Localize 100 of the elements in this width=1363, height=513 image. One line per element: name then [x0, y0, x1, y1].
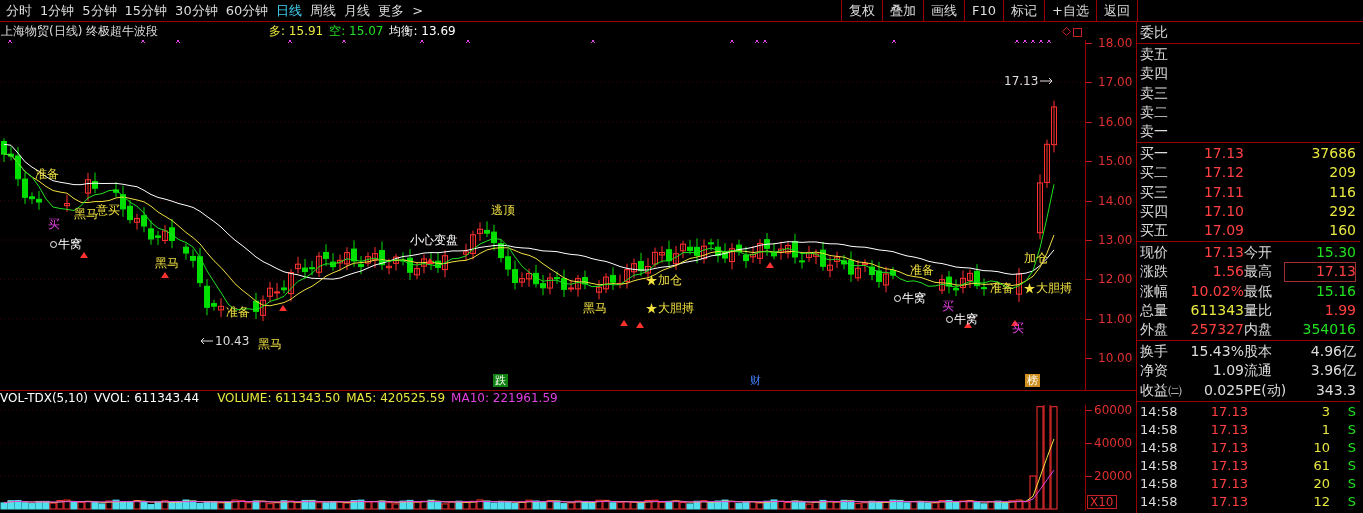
event-marker[interactable]: 财	[748, 374, 763, 387]
price-label: 17.13	[1004, 74, 1039, 88]
quote-label: 卖一	[1140, 122, 1169, 141]
axis-label: 10.00	[1098, 351, 1133, 366]
quote-value: 354016	[1301, 320, 1356, 340]
quote-value: 611343	[1189, 300, 1244, 320]
quote-value: 257327	[1189, 320, 1244, 340]
toolbar-button[interactable]: 返回	[1096, 0, 1138, 21]
signal-label: 黑马	[155, 255, 179, 272]
signal-label: 意买	[96, 202, 120, 217]
quote-label: 委比	[1140, 23, 1169, 42]
quote-label: 买五	[1140, 221, 1169, 241]
trade-volume: 61	[1312, 456, 1330, 475]
quote-label: 内盘	[1244, 320, 1273, 340]
trade-time: 14:58	[1140, 456, 1179, 475]
volume-indicator: MA10: 221961.59	[451, 391, 558, 405]
volume-indicator: VVOL: 611343.44	[94, 391, 200, 405]
period-tab[interactable]: 15分钟	[120, 1, 172, 20]
trade-price: 17.13	[1209, 456, 1248, 475]
trade-time: 14:58	[1140, 492, 1179, 511]
quote-value: 0.025	[1202, 380, 1244, 400]
quote-label: 总量	[1140, 300, 1169, 320]
axis-label: 15.00	[1098, 154, 1133, 169]
axis-label: 40000	[1094, 436, 1133, 450]
quote-value: 3.96亿	[1309, 361, 1356, 381]
axis-label: 18.00	[1098, 36, 1133, 50]
quote-label: 买三	[1140, 182, 1169, 202]
quote-value: 1.09	[1211, 361, 1244, 381]
bid-price: 17.12	[1202, 163, 1244, 183]
axis-label: 11.00	[1098, 311, 1133, 326]
trade-side: S	[1346, 456, 1356, 475]
quote-label: 收益㈡	[1140, 380, 1180, 400]
axis-label: 14.00	[1098, 193, 1133, 208]
quote-label: 卖三	[1140, 83, 1169, 103]
trade-price: 17.13	[1209, 402, 1248, 421]
signal-label: 小心变盘	[410, 232, 458, 249]
period-tab[interactable]: 5分钟	[78, 1, 121, 20]
bid-price: 17.13	[1202, 144, 1244, 164]
axis-label: 16.00	[1098, 114, 1133, 129]
quote-label: 量比	[1244, 300, 1273, 320]
quote-label: 外盘	[1140, 320, 1169, 340]
period-tab[interactable]: 更多	[374, 1, 409, 20]
signal-label: 黑马	[258, 336, 282, 353]
quote-label: 换手	[1140, 342, 1169, 362]
quote-value: 15.16	[1314, 281, 1356, 301]
quote-label: 今开	[1244, 243, 1273, 263]
volume-indicator: VOL-TDX(5,10)	[0, 391, 89, 405]
signal-label: 准备	[910, 262, 934, 279]
bid-volume: 116	[1328, 182, 1356, 202]
indicator-value: 均衡: 13.69	[389, 22, 456, 40]
axis-label: 13.00	[1098, 233, 1133, 247]
trade-price: 17.13	[1209, 492, 1248, 511]
trade-time: 14:58	[1140, 402, 1179, 421]
volume-indicator: VOLUME: 611343.50	[217, 391, 341, 405]
period-tab[interactable]: 分时	[2, 1, 36, 20]
bid-price: 17.11	[1202, 182, 1244, 202]
axis-label: 60000	[1094, 403, 1133, 417]
quote-value: 1.99	[1323, 300, 1356, 320]
quote-label: PE(动)	[1244, 380, 1284, 400]
quote-label: 流通	[1244, 361, 1273, 381]
quote-label: 卖五	[1140, 45, 1169, 65]
quote-label: 股本	[1244, 342, 1273, 362]
quote-label: 买一	[1140, 144, 1169, 164]
quote-value: 17.13	[1202, 243, 1244, 263]
quote-label: 最高	[1244, 262, 1273, 282]
quote-value: 343.3	[1314, 380, 1356, 400]
signal-label: 买	[48, 216, 60, 233]
trade-time: 14:58	[1140, 420, 1179, 439]
period-tab[interactable]: 30分钟	[171, 1, 222, 20]
period-tab[interactable]: 日线	[272, 1, 307, 20]
period-tab[interactable]: 1分钟	[36, 1, 79, 20]
bid-price: 17.10	[1202, 201, 1244, 221]
quote-label: 卖四	[1140, 64, 1169, 84]
quote-label: 现价	[1140, 243, 1169, 263]
trade-side: S	[1346, 492, 1356, 511]
quote-value: 17.13	[1284, 262, 1356, 282]
trade-side: S	[1346, 420, 1356, 439]
trade-price: 17.13	[1209, 420, 1248, 439]
signal-label: 买	[1012, 320, 1024, 337]
more-arrow[interactable]: >	[408, 3, 428, 18]
period-tab[interactable]: 60分钟	[221, 1, 273, 20]
quote-label: 净资	[1140, 361, 1169, 381]
quote-label: 买四	[1140, 201, 1169, 221]
signal-label: 牛窝	[954, 312, 978, 328]
price-label: 10.43	[215, 334, 250, 348]
chart-title: 上海物贸(日线) 终极超牛波段	[0, 22, 160, 40]
signal-label: 逃顶	[491, 202, 515, 219]
quote-value: 15.30	[1314, 243, 1356, 263]
trade-side: S	[1346, 474, 1356, 493]
period-tab[interactable]: 周线	[306, 1, 341, 20]
signal-label: 加仓	[658, 272, 682, 289]
quote-value: 4.96亿	[1309, 342, 1356, 362]
signal-label: 大胆搏	[658, 300, 694, 317]
period-tab[interactable]: 月线	[340, 1, 375, 20]
event-marker[interactable]: 跌	[493, 374, 508, 387]
trade-volume: 10	[1312, 438, 1330, 457]
trade-time: 14:58	[1140, 474, 1179, 493]
indicator-value: 多: 15.91	[269, 22, 324, 40]
signal-label: 黑马	[583, 300, 607, 317]
signal-label: 牛窝	[902, 290, 926, 307]
